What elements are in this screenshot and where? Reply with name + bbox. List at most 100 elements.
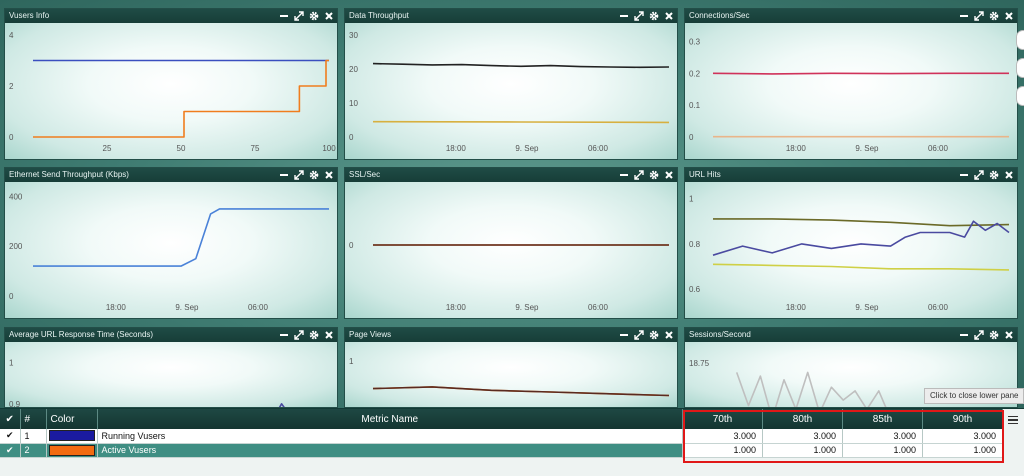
panel-header[interactable]: Average URL Response Time (Seconds) [5,328,337,342]
close-icon[interactable] [324,11,334,21]
expand-icon[interactable] [294,11,304,21]
color-column-header[interactable]: Color [46,409,98,429]
panel-controls [279,9,334,23]
panel-vusers-info: Vusers Info 4 2 0 25 50 75 100 [4,8,338,160]
close-icon[interactable] [664,11,674,21]
series-line[interactable] [712,220,1010,256]
metric-name-column-header[interactable]: Metric Name [97,409,683,429]
color-swatch[interactable] [48,444,95,456]
expand-icon[interactable] [634,170,644,180]
close-icon[interactable] [1004,11,1014,21]
series-line[interactable] [712,72,1009,75]
menu-icon[interactable] [1006,413,1020,427]
panel-header[interactable]: SSL/Sec [345,168,677,182]
table-row[interactable]: ✔ 2 Active Vusers 1.000 1.000 1.000 1.00… [0,443,1003,458]
color-swatch[interactable] [48,430,95,442]
panel-header[interactable]: Vusers Info [5,9,337,23]
series-line[interactable] [196,402,329,407]
x-tick-label: 100 [322,144,336,153]
gear-icon[interactable] [649,11,659,21]
minimize-icon[interactable] [279,11,289,21]
expand-icon[interactable] [294,330,304,340]
gear-icon[interactable] [309,330,319,340]
chart-vusers-info: 4 2 0 25 50 75 100 [9,31,336,153]
row-p90: 1.000 [922,443,1003,458]
minimize-icon[interactable] [619,330,629,340]
panel-controls [279,168,334,182]
series-line[interactable] [372,62,670,69]
gear-icon[interactable] [989,330,999,340]
panel-header[interactable]: Page Views [345,328,677,342]
chart-page-views: 1 [349,357,670,397]
chart-data-throughput: 30 20 10 0 18:00 9. Sep 06:00 [349,31,670,153]
series-line[interactable] [372,386,670,397]
close-icon[interactable] [324,170,334,180]
gear-icon[interactable] [649,170,659,180]
expand-icon[interactable] [634,330,644,340]
row-checkbox[interactable]: ✔ [0,443,21,458]
table-row[interactable]: ✔ 1 Running Vusers 3.000 3.000 3.000 3.0… [0,429,1003,444]
side-tab[interactable] [1016,30,1024,50]
minimize-icon[interactable] [619,170,629,180]
row-color-cell[interactable] [46,443,98,458]
series-line[interactable] [33,59,329,138]
gear-icon[interactable] [309,170,319,180]
minimize-icon[interactable] [959,170,969,180]
p80-column-header[interactable]: 80th [762,409,843,429]
side-tab[interactable] [1016,86,1024,106]
minimize-icon[interactable] [279,330,289,340]
series-line[interactable] [713,218,1010,227]
p85-column-header[interactable]: 85th [842,409,923,429]
gear-icon[interactable] [649,330,659,340]
panel-header[interactable]: Ethernet Send Throughput (Kbps) [5,168,337,182]
y-tick-label: 18.75 [689,359,710,368]
series-line[interactable] [712,263,1010,271]
y-tick-label: 1 [689,195,694,204]
gear-icon[interactable] [309,11,319,21]
row-p80: 1.000 [762,443,843,458]
series-line[interactable] [372,120,670,124]
expand-icon[interactable] [974,330,984,340]
side-tab[interactable] [1016,58,1024,78]
close-icon[interactable] [1004,330,1014,340]
close-icon[interactable] [664,170,674,180]
close-icon[interactable] [324,330,334,340]
panel-ssl-sec: SSL/Sec 0 18:00 9. Sep 06:00 [344,167,678,319]
x-tick-label: 18:00 [446,144,467,153]
expand-icon[interactable] [974,11,984,21]
series-line[interactable] [33,208,329,267]
y-tick-label: 20 [349,65,358,74]
chart-connections-sec: 0.3 0.2 0.1 0 18:00 9. Sep 06:00 [689,37,1009,153]
minimize-icon[interactable] [959,11,969,21]
y-tick-label: 1 [9,358,14,367]
minimize-icon[interactable] [619,11,629,21]
x-tick-label: 06:00 [928,303,949,312]
panel-header[interactable]: Connections/Sec [685,9,1017,23]
expand-icon[interactable] [634,11,644,21]
gear-icon[interactable] [989,11,999,21]
panel-title: URL Hits [689,170,721,179]
panel-header[interactable]: Sessions/Second [685,328,1017,342]
x-tick-label: 9. Sep [515,303,539,312]
index-column-header[interactable]: # [20,409,47,429]
row-checkbox[interactable]: ✔ [0,429,21,444]
close-icon[interactable] [664,330,674,340]
panel-url-hits: URL Hits 1 0.8 0.6 18:00 9. Sep 06:00 [684,167,1018,319]
p70-column-header[interactable]: 70th [682,409,763,429]
p90-column-header[interactable]: 90th [922,409,1003,429]
minimize-icon[interactable] [959,330,969,340]
y-tick-label: 1 [349,357,354,366]
expand-icon[interactable] [294,170,304,180]
row-p70: 1.000 [682,443,763,458]
panel-controls [619,168,674,182]
minimize-icon[interactable] [279,170,289,180]
row-color-cell[interactable] [46,429,98,444]
gear-icon[interactable] [989,170,999,180]
expand-icon[interactable] [974,170,984,180]
panel-header[interactable]: Data Throughput [345,9,677,23]
y-tick-label: 10 [349,99,358,108]
x-tick-label: 18:00 [786,303,807,312]
close-icon[interactable] [1004,170,1014,180]
select-all-column[interactable]: ✔ [0,409,21,429]
panel-header[interactable]: URL Hits [685,168,1017,182]
